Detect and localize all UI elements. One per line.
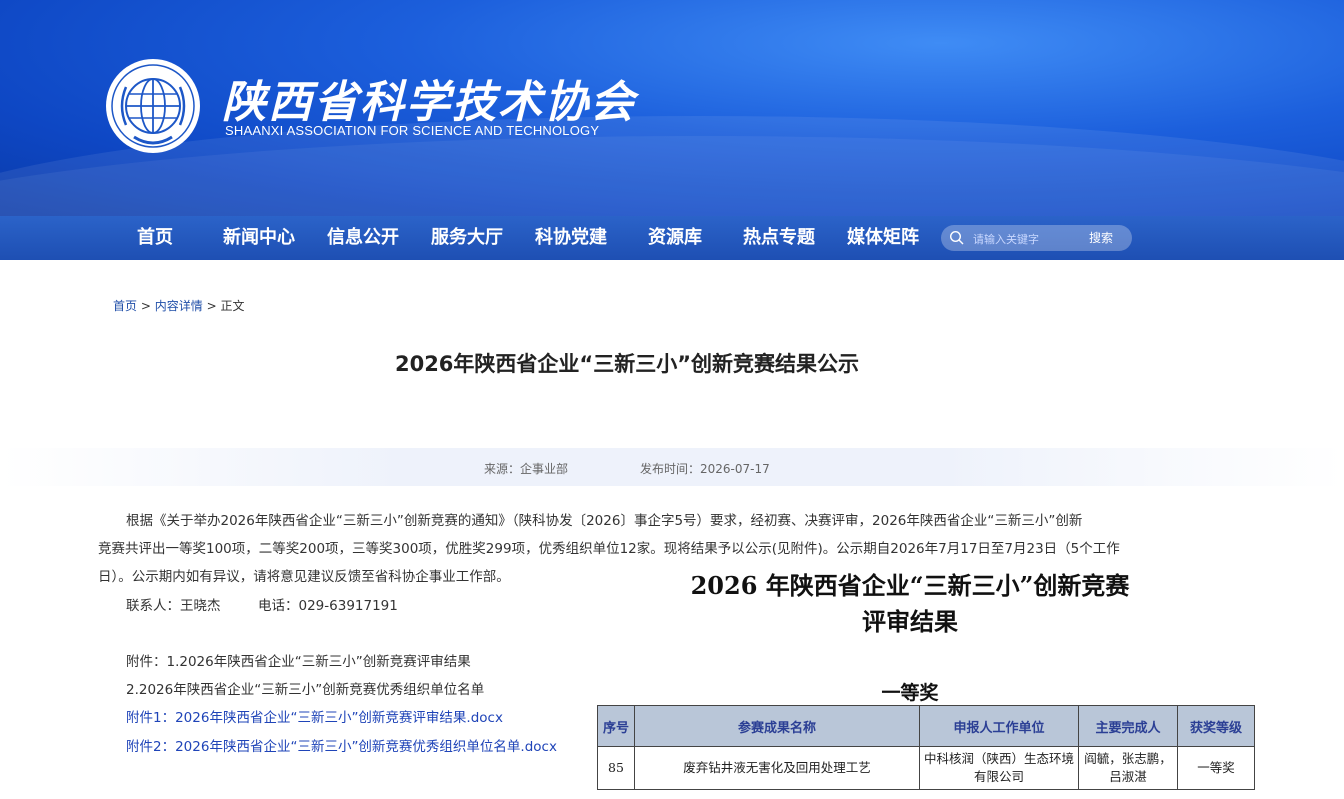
article-paragraph-line: 竞赛共评出一等奖100项，二等奖200项，三等奖300项，优胜奖299项，优秀组… <box>98 541 1120 557</box>
main-nav: 首页 新闻中心 信息公开 服务大厅 科协党建 资源库 热点专题 媒体矩阵 <box>0 216 1344 260</box>
table-cell: 一等奖 <box>1177 746 1255 790</box>
article-paragraph-line: 根据《关于举办2026年陕西省企业“三新三小”创新竞赛的通知》（陕科协发〔202… <box>126 513 1083 529</box>
article-source: 来源：企事业部 <box>484 462 569 476</box>
attachment-link-1[interactable]: 附件1：2026年陕西省企业“三新三小”创新竞赛评审结果.docx <box>126 706 503 726</box>
attachment-link-2[interactable]: 附件2：2026年陕西省企业“三新三小”创新竞赛优秀组织单位名单.docx <box>126 735 557 755</box>
attachment-list-line: 附件：1.2026年陕西省企业“三新三小”创新竞赛评审结果 <box>126 654 471 670</box>
contact-person: 联系人：王晓杰 <box>126 598 221 614</box>
nav-item-topics[interactable]: 热点专题 <box>743 216 815 260</box>
breadcrumb-separator: > <box>206 299 217 313</box>
table-cell: 中科核润（陕西）生态环境有限公司 <box>919 746 1079 790</box>
contact-phone: 电话：029-63917191 <box>258 598 398 614</box>
search-input[interactable] <box>971 228 1075 250</box>
doc-preview-heading: 2026 年陕西省企业“三新三小”创新竞赛 <box>690 571 1130 600</box>
search-icon <box>949 230 964 245</box>
table-cell: 废弃钻井液无害化及回用处理工艺 <box>634 746 920 790</box>
nav-item-home[interactable]: 首页 <box>137 216 173 260</box>
org-name-en: SHAANXI ASSOCIATION FOR SCIENCE AND TECH… <box>225 123 600 138</box>
org-name-cn: 陕西省科学技术协会 <box>222 77 636 128</box>
column-header: 获奖等级 <box>1177 705 1255 747</box>
doc-preview-section: 一等奖 <box>881 682 939 704</box>
nav-item-media[interactable]: 媒体矩阵 <box>847 216 919 260</box>
search-button[interactable]: 搜索 <box>1089 225 1113 251</box>
column-header: 主要完成人 <box>1078 705 1178 747</box>
nav-item-party[interactable]: 科协党建 <box>535 216 607 260</box>
nav-item-resources[interactable]: 资源库 <box>648 216 702 260</box>
search-box: 搜索 <box>941 225 1132 251</box>
nav-item-news[interactable]: 新闻中心 <box>223 216 295 260</box>
attachment-list-line: 2.2026年陕西省企业“三新三小”创新竞赛优秀组织单位名单 <box>126 682 485 698</box>
breadcrumb: 首页 > 内容详情 > 正文 <box>113 297 244 314</box>
column-header: 申报人工作单位 <box>919 705 1079 747</box>
breadcrumb-separator: > <box>140 299 151 313</box>
column-header: 参赛成果名称 <box>634 705 920 747</box>
breadcrumb-detail[interactable]: 内容详情 <box>155 299 203 313</box>
nav-item-service[interactable]: 服务大厅 <box>431 216 503 260</box>
doc-preview-heading: 评审结果 <box>862 607 958 636</box>
article-title: 2026年陕西省企业“三新三小”创新竞赛结果公示 <box>394 352 860 376</box>
table-cell: 85 <box>597 746 635 790</box>
column-header: 序号 <box>597 705 635 747</box>
breadcrumb-current: 正文 <box>220 299 245 313</box>
table-cell: 阎毓，张志鹏，吕淑湛 <box>1078 746 1178 790</box>
nav-item-info[interactable]: 信息公开 <box>327 216 399 260</box>
table-header-row: 序号 参赛成果名称 申报人工作单位 主要完成人 获奖等级 <box>597 705 1255 747</box>
article-date: 发布时间：2026-07-17 <box>640 462 770 476</box>
article-paragraph-line: 日）。公示期内如有异议，请将意见建议反馈至省科协企事业工作部。 <box>98 569 510 585</box>
association-emblem-icon[interactable] <box>104 57 202 155</box>
breadcrumb-home[interactable]: 首页 <box>113 299 137 313</box>
table-row: 85 废弃钻井液无害化及回用处理工艺 中科核润（陕西）生态环境有限公司 阎毓，张… <box>597 746 1255 790</box>
results-table: 序号 参赛成果名称 申报人工作单位 主要完成人 获奖等级 85 废弃钻井液无害化… <box>597 705 1255 790</box>
